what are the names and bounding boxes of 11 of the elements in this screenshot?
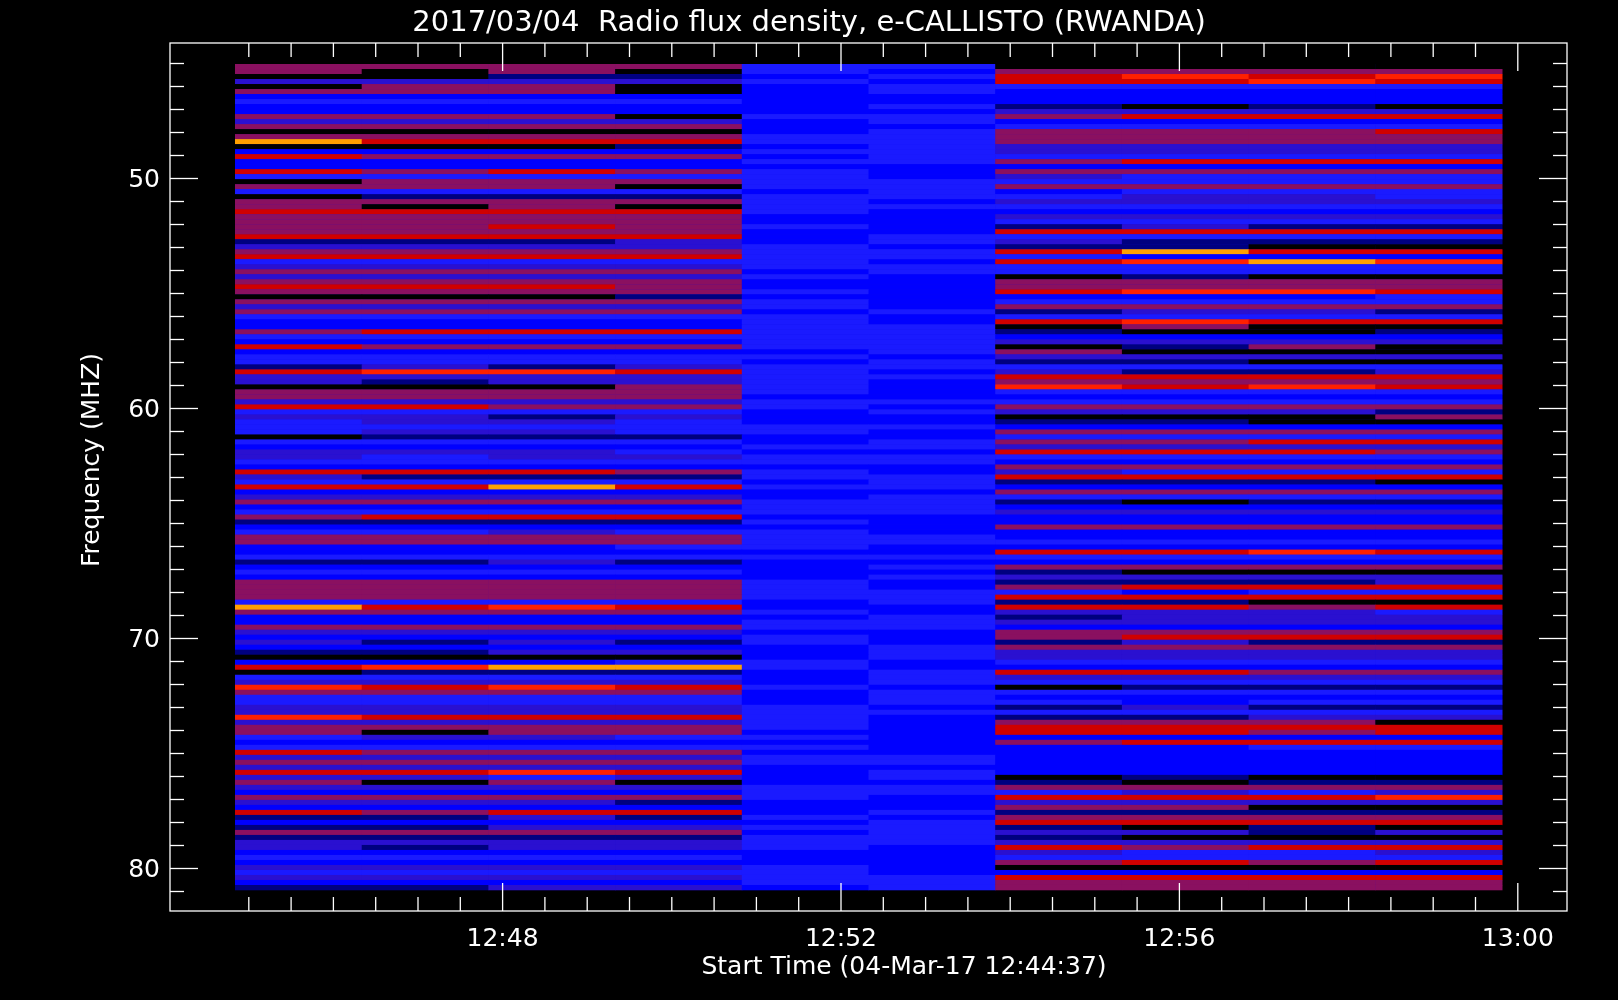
plot-title: 2017/03/04 Radio flux density, e-CALLISTO (RWANDA) <box>412 7 1206 36</box>
x-tick-label: 13:00 <box>1480 925 1555 950</box>
x-tick-label: 12:48 <box>465 925 540 950</box>
x-tick-label: 12:56 <box>1142 925 1217 950</box>
y-tick-label: 60 <box>127 395 160 421</box>
x-tick-label: 12:52 <box>803 925 878 950</box>
y-axis-label: Frequency (MHZ) <box>77 352 103 568</box>
y-tick-label: 70 <box>127 625 160 651</box>
y-tick-label: 80 <box>127 855 160 881</box>
x-axis-label: Start Time (04-Mar-17 12:44:37) <box>701 953 1107 978</box>
y-tick-label: 50 <box>127 165 160 191</box>
